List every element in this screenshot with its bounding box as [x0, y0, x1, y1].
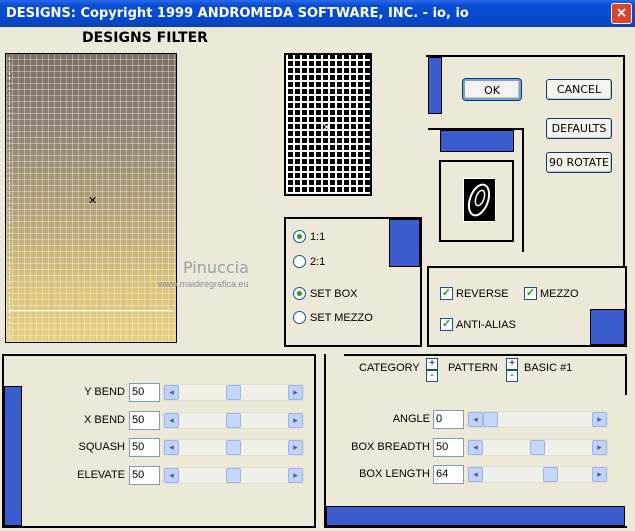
slider-label: BOX BREADTH	[351, 440, 430, 453]
radio-button[interactable]	[293, 311, 306, 324]
transform-accent	[4, 386, 22, 526]
plus-icon[interactable]: +	[506, 358, 518, 370]
arrow-right-icon[interactable]: ▸	[288, 412, 303, 428]
slider-label: ANGLE	[392, 413, 430, 425]
slider-thumb[interactable]	[543, 467, 559, 482]
value-input[interactable]: 50	[129, 438, 160, 457]
value-input[interactable]: 50	[129, 465, 160, 485]
close-button[interactable]: ×	[611, 3, 632, 24]
slider-track[interactable]: ◂ ▸	[163, 466, 304, 484]
preview-canvas[interactable]: ✕	[5, 53, 177, 343]
pattern-preview[interactable]: ✕	[284, 53, 372, 196]
slider-label: BOX LENGTH	[359, 468, 430, 480]
page-title: DESIGNS FILTER	[82, 30, 208, 46]
window-title: DESIGNS: Copyright 1999 ANDROMEDA SOFTWA…	[6, 6, 469, 21]
arrow-right-icon[interactable]: ▸	[592, 439, 607, 455]
panel-accent	[428, 57, 442, 114]
slider-thumb[interactable]	[226, 412, 241, 428]
arrow-left-icon[interactable]: ◂	[468, 439, 483, 455]
arrow-right-icon[interactable]: ▸	[288, 385, 303, 400]
arrow-left-icon[interactable]: ◂	[164, 467, 179, 483]
minus-icon[interactable]: -	[506, 370, 518, 382]
radio-label: SET MEZZO	[310, 311, 373, 324]
slider-label: Y BEND	[84, 386, 125, 398]
options-accent	[590, 309, 625, 345]
slider-track[interactable]: ◂ ▸	[467, 438, 608, 456]
value-input[interactable]: 50	[433, 437, 464, 457]
slider-track[interactable]: ◂ ▸	[163, 384, 304, 401]
checkbox-anti-alias[interactable]: ✓ ANTI-ALIAS	[440, 318, 516, 331]
checkbox-reverse[interactable]: ✓ REVERSE	[440, 287, 509, 300]
ok-button[interactable]: OK	[462, 78, 522, 101]
checkbox-label: ANTI-ALIAS	[456, 318, 516, 331]
watermark-url: www.maidiregrafica.eu	[158, 279, 249, 289]
window-titlebar: DESIGNS: Copyright 1999 ANDROMEDA SOFTWA…	[0, 0, 635, 27]
pattern-stepper[interactable]: + -	[506, 358, 518, 382]
pattern-value: BASIC #1	[524, 362, 573, 374]
defaults-button[interactable]: DEFAULTS	[546, 118, 612, 139]
arrow-right-icon[interactable]: ▸	[288, 467, 303, 483]
category-label: CATEGORY	[359, 362, 420, 374]
checkbox-label: MEZZO	[540, 287, 579, 300]
checkbox-mezzo[interactable]: ✓ MEZZO	[524, 287, 579, 300]
slider-label: SQUASH	[78, 441, 125, 453]
crosshair-icon: ✕	[88, 195, 98, 207]
checkbox[interactable]: ✓	[440, 287, 453, 300]
slider-track[interactable]: ◂ ▸	[163, 439, 304, 456]
cancel-button[interactable]: CANCEL	[546, 79, 612, 100]
slider-thumb[interactable]	[226, 385, 241, 400]
radio-one-to-one[interactable]: 1:1	[293, 230, 325, 243]
arrow-left-icon[interactable]: ◂	[164, 440, 179, 455]
slider-thumb[interactable]	[226, 440, 241, 455]
value-input[interactable]: 50	[129, 410, 160, 430]
arrow-right-icon[interactable]: ▸	[592, 412, 607, 427]
pattern-panel-top	[344, 354, 627, 395]
value-input[interactable]: 0	[433, 410, 464, 429]
rotate-button[interactable]: 90 ROTATE	[546, 152, 612, 173]
radio-set-box[interactable]: SET BOX	[293, 287, 357, 300]
mode-accent	[389, 219, 420, 267]
arrow-right-icon[interactable]: ▸	[592, 467, 607, 482]
pattern-accent	[326, 506, 625, 526]
arrow-left-icon[interactable]: ◂	[164, 412, 179, 428]
radio-button[interactable]	[293, 230, 306, 243]
logo-accent	[440, 130, 514, 152]
checkbox[interactable]: ✓	[440, 318, 453, 331]
category-stepper[interactable]: + -	[426, 358, 438, 382]
radio-label: SET BOX	[310, 287, 358, 300]
slider-label: ELEVATE	[77, 468, 125, 481]
radio-two-to-one[interactable]: 2:1	[293, 255, 325, 268]
watermark-name: Pinuccia	[183, 258, 249, 277]
radio-label: 1:1	[310, 230, 326, 243]
radio-button[interactable]	[293, 255, 306, 268]
slider-thumb[interactable]	[483, 412, 498, 427]
arrow-left-icon[interactable]: ◂	[468, 467, 483, 482]
slider-thumb[interactable]	[226, 467, 241, 483]
radio-set-mezzo[interactable]: SET MEZZO	[293, 311, 373, 324]
arrow-left-icon[interactable]: ◂	[468, 412, 483, 427]
checkbox-label: REVERSE	[456, 287, 509, 300]
radio-button[interactable]	[293, 287, 306, 300]
slider-track[interactable]: ◂ ▸	[467, 466, 608, 483]
radio-label: 2:1	[310, 255, 326, 268]
andromeda-logo	[463, 178, 496, 222]
slider-thumb[interactable]	[530, 439, 545, 455]
value-input[interactable]: 64	[433, 465, 464, 484]
pattern-label: PATTERN	[448, 362, 498, 374]
arrow-right-icon[interactable]: ▸	[288, 440, 303, 455]
slider-label: X BEND	[84, 413, 125, 426]
plus-icon[interactable]: +	[426, 358, 438, 370]
value-input[interactable]: 50	[129, 383, 160, 402]
checkbox[interactable]: ✓	[524, 287, 537, 300]
crosshair-icon: ✕	[322, 122, 332, 134]
slider-track[interactable]: ◂ ▸	[163, 411, 304, 429]
arrow-left-icon[interactable]: ◂	[164, 385, 179, 400]
slider-track[interactable]: ◂ ▸	[467, 411, 608, 428]
minus-icon[interactable]: -	[426, 370, 438, 382]
